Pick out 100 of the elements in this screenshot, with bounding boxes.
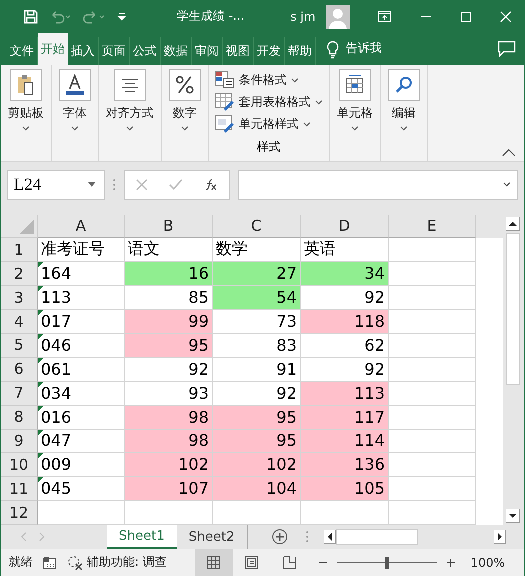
dropdown-arrow-icon xyxy=(88,182,96,187)
column-header[interactable]: A xyxy=(38,215,125,238)
chevron-down-icon xyxy=(181,126,189,131)
column-header[interactable]: C xyxy=(213,215,301,238)
table-cell: 83 xyxy=(213,334,301,358)
table-cell: 54 xyxy=(213,286,301,310)
row-header[interactable]: 3 xyxy=(1,286,38,310)
table-cell: 99 xyxy=(125,310,213,334)
zoom-slider-thumb[interactable] xyxy=(384,556,389,568)
style-menu-button[interactable]: 条件格式 xyxy=(215,69,299,91)
function-icon[interactable] xyxy=(204,178,218,190)
chevron-down-icon xyxy=(126,126,134,131)
customize-dropdown-icon[interactable] xyxy=(117,12,127,22)
column-header[interactable]: D xyxy=(301,215,389,238)
table-format-icon xyxy=(215,93,235,111)
drag-handle-icon[interactable] xyxy=(306,531,309,543)
zoom-level[interactable]: 100% xyxy=(470,556,506,570)
check-icon[interactable] xyxy=(168,178,183,190)
row-header[interactable]: 12 xyxy=(1,501,38,526)
page-break-icon xyxy=(282,556,297,570)
style-menu-button[interactable]: 单元格样式 xyxy=(215,113,311,135)
ribbon-display-icon[interactable] xyxy=(378,10,392,22)
row-header[interactable]: 5 xyxy=(1,334,38,358)
save-icon[interactable] xyxy=(23,8,39,24)
table-cell: 27 xyxy=(213,262,301,286)
user-name: s jm xyxy=(290,10,316,24)
ribbon-tab[interactable]: 开始 xyxy=(38,33,68,65)
table-cell: 62 xyxy=(301,334,389,358)
row-header[interactable]: 7 xyxy=(1,382,38,406)
name-box[interactable]: L24 xyxy=(7,170,105,200)
table-cell: 95 xyxy=(213,406,301,430)
ribbon-group-button[interactable]: 编辑 xyxy=(384,67,424,133)
table-cell: 114 xyxy=(301,430,389,454)
sheet-tab[interactable]: Sheet1 xyxy=(107,525,177,549)
table-cell: 102 xyxy=(125,453,213,478)
row-header[interactable]: 1 xyxy=(1,238,38,262)
table-cell: 98 xyxy=(125,430,213,454)
view-button[interactable] xyxy=(194,549,233,576)
row-header[interactable]: 4 xyxy=(1,310,38,334)
group-label: 样式 xyxy=(257,139,281,156)
font-color-icon xyxy=(65,74,85,96)
ribbon-group-button[interactable]: 数字 xyxy=(165,67,205,133)
drag-handle-icon[interactable] xyxy=(113,178,116,190)
row-header[interactable]: 9 xyxy=(1,430,38,454)
style-menu-button[interactable]: 套用表格格式 xyxy=(215,91,323,113)
table-cell: 105 xyxy=(301,477,389,502)
sheet-tab[interactable]: Sheet2 xyxy=(176,525,247,549)
row-header[interactable]: 8 xyxy=(1,406,38,430)
table-cell: 准考证号 xyxy=(38,238,125,262)
tell-me-field[interactable]: 告诉我 xyxy=(346,40,382,57)
scroll-left-icon[interactable] xyxy=(324,530,336,544)
scroll-right-icon[interactable] xyxy=(494,530,506,544)
chevron-down-icon xyxy=(71,126,79,131)
column-header[interactable]: B xyxy=(125,215,213,238)
chevron-down-icon xyxy=(303,122,311,126)
table-cell: 98 xyxy=(125,406,213,430)
lightbulb-icon[interactable] xyxy=(326,41,340,59)
clipboard-icon xyxy=(16,74,36,96)
macro-record-icon[interactable] xyxy=(43,556,57,570)
collapse-ribbon-icon[interactable] xyxy=(502,149,516,157)
add-sheet-icon[interactable] xyxy=(272,529,288,545)
accessibility-icon[interactable] xyxy=(67,554,83,570)
zoom-in-icon[interactable] xyxy=(446,558,455,566)
avatar-icon[interactable] xyxy=(326,4,350,28)
chevron-down-icon xyxy=(291,78,299,82)
table-cell: 107 xyxy=(125,477,213,502)
table-cell: 95 xyxy=(125,334,213,358)
formula-field[interactable] xyxy=(238,170,518,200)
chevron-down-icon xyxy=(400,126,408,131)
cell-style-icon xyxy=(215,115,235,133)
align-center-icon xyxy=(120,77,140,93)
close-icon[interactable] xyxy=(500,10,512,22)
scrollbar-thumb[interactable] xyxy=(506,233,520,385)
page-layout-icon xyxy=(244,556,259,570)
scroll-down-icon[interactable] xyxy=(506,509,520,523)
table-cell: 117 xyxy=(301,406,389,430)
ribbon-group-button[interactable]: 对齐方式 xyxy=(102,67,158,133)
ribbon-group-button[interactable]: 字体 xyxy=(55,67,95,133)
table-cell: 034 xyxy=(38,382,125,406)
search-icon xyxy=(394,75,414,95)
table-cell: 16 xyxy=(125,262,213,286)
row-header[interactable]: 10 xyxy=(1,453,38,478)
column-header[interactable]: E xyxy=(389,215,476,238)
status-text: 就绪 xyxy=(9,554,33,571)
table-cell: 061 xyxy=(38,358,125,382)
conditional-format-icon xyxy=(215,71,235,89)
ribbon-group-button[interactable]: 单元格 xyxy=(333,67,377,133)
table-cell: 102 xyxy=(213,453,301,478)
ribbon-group-button[interactable]: 剪贴板 xyxy=(4,67,48,133)
row-header[interactable]: 2 xyxy=(1,262,38,286)
scroll-up-icon[interactable] xyxy=(506,217,520,231)
accessibility-status[interactable]: 辅助功能: 调查 xyxy=(87,554,167,571)
table-cell: 118 xyxy=(301,310,389,334)
comment-icon[interactable] xyxy=(498,41,516,57)
maximize-icon[interactable] xyxy=(460,10,472,22)
window-title: 学生成绩 -... xyxy=(177,8,245,25)
expand-icon xyxy=(503,182,511,187)
row-header[interactable]: 11 xyxy=(1,477,38,502)
chevron-down-icon xyxy=(351,126,359,131)
row-header[interactable]: 6 xyxy=(1,358,38,382)
